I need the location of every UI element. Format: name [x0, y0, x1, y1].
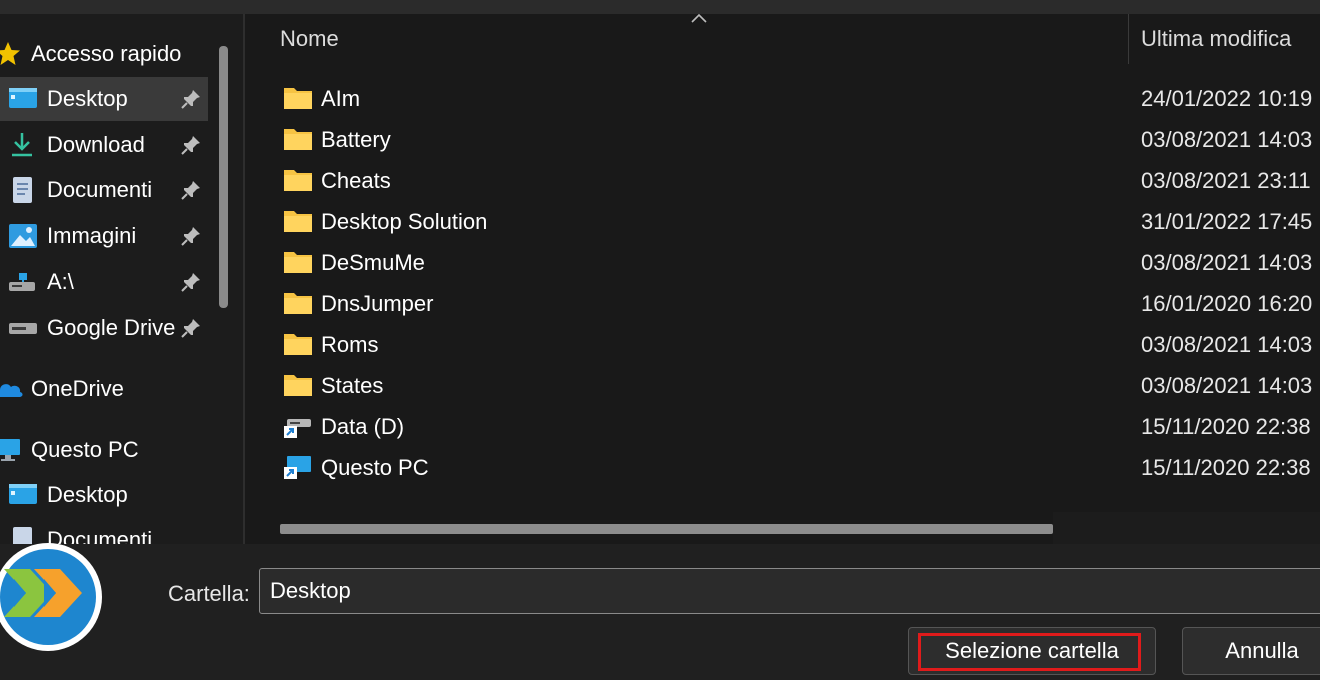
file-modified: 03/08/2021 14:03 [1141, 332, 1313, 357]
sidebar-item-label: Documenti [47, 177, 153, 202]
sidebar-item-documenti[interactable]: Documenti [0, 168, 208, 212]
file-name: States [321, 373, 384, 398]
sidebar-item-google-drive[interactable]: Google Drive [0, 306, 208, 350]
cloud-icon [0, 384, 23, 397]
folder-icon [284, 88, 312, 109]
file-row-states[interactable]: States 03/08/2021 14:03 [245, 365, 1320, 405]
file-row-battery[interactable]: Battery 03/08/2021 14:03 [245, 119, 1320, 159]
folder-icon [284, 252, 312, 273]
drive-icon [9, 323, 37, 334]
folder-icon [284, 334, 312, 355]
file-name: Data (D) [321, 414, 405, 439]
title-bar [0, 0, 1320, 14]
scroll-corner [1053, 512, 1320, 544]
pin-icon[interactable] [180, 271, 202, 293]
file-row-aim[interactable]: AIm 24/01/2022 10:19 [245, 78, 1320, 118]
cancel-button[interactable]: Annulla [1182, 627, 1320, 675]
pin-icon[interactable] [180, 88, 202, 110]
sidebar-item-label: OneDrive [31, 376, 124, 401]
pin-icon[interactable] [180, 317, 202, 339]
file-row-desktop-solution[interactable]: Desktop Solution 31/01/2022 17:45 [245, 201, 1320, 241]
file-modified: 03/08/2021 14:03 [1141, 127, 1313, 152]
sidebar-item-immagini[interactable]: Immagini [0, 214, 208, 258]
file-name: Questo PC [321, 455, 429, 480]
sidebar-item-onedrive[interactable]: OneDrive [0, 367, 208, 411]
file-name: DnsJumper [321, 291, 434, 316]
sidebar-item-download[interactable]: Download [0, 123, 208, 167]
file-modified: 03/08/2021 23:11 [1141, 168, 1311, 193]
file-modified: 15/11/2020 22:38 [1141, 414, 1311, 439]
file-modified: 15/11/2020 22:38 [1141, 455, 1311, 480]
network-drive-icon [9, 273, 35, 291]
sort-ascending-icon[interactable] [689, 12, 709, 24]
column-header-modified[interactable]: Ultima modifica [1141, 26, 1291, 52]
sidebar-scrollbar[interactable] [219, 46, 228, 308]
sidebar-item-label: Download [47, 132, 145, 157]
select-folder-button[interactable]: Selezione cartella [908, 627, 1156, 675]
sidebar-item-label: Immagini [47, 223, 137, 248]
download-icon [12, 133, 32, 157]
sidebar-item-desktop-pc[interactable]: Desktop [0, 473, 208, 517]
file-row-desmume[interactable]: DeSmuMe 03/08/2021 14:03 [245, 242, 1320, 282]
file-modified: 03/08/2021 14:03 [1141, 373, 1313, 398]
document-icon [13, 177, 32, 203]
star-icon [0, 42, 20, 65]
folder-label: Cartella: [168, 581, 250, 606]
sidebar-item-accesso-rapido[interactable]: Accesso rapido [0, 32, 208, 76]
computer-icon [0, 439, 20, 461]
sidebar-item-label: Desktop [47, 86, 128, 111]
file-name: Desktop Solution [321, 209, 488, 234]
select-folder-label: Selezione cartella [945, 638, 1119, 663]
file-row-data-d[interactable]: Data (D) 15/11/2020 22:38 [245, 406, 1320, 446]
sidebar-item-label: A:\ [47, 269, 74, 294]
sidebar-item-label: Google Drive [47, 315, 176, 340]
folder-icon [284, 293, 312, 314]
file-name: Battery [321, 127, 391, 152]
pc-shortcut-icon [284, 456, 311, 479]
cancel-label: Annulla [1225, 638, 1299, 663]
file-row-questo-pc[interactable]: Questo PC 15/11/2020 22:38 [245, 447, 1320, 487]
desktop-icon [9, 484, 37, 504]
drive-shortcut-icon [284, 419, 311, 438]
file-name: Roms [321, 332, 379, 357]
sidebar-item-desktop[interactable]: Desktop [0, 77, 208, 121]
file-name: Cheats [321, 168, 391, 193]
file-modified: 31/01/2022 17:45 [1141, 209, 1313, 234]
brand-logo [0, 543, 102, 651]
sidebar-item-label: Accesso rapido [31, 41, 182, 66]
pin-icon[interactable] [180, 134, 202, 156]
horizontal-scrollbar[interactable] [280, 524, 1053, 534]
file-name: DeSmuMe [321, 250, 425, 275]
file-name: AIm [321, 86, 361, 111]
file-modified: 16/01/2020 16:20 [1141, 291, 1313, 316]
sidebar-item-a-drive[interactable]: A:\ [0, 260, 208, 304]
desktop-icon [9, 88, 37, 108]
sidebar-item-label: Questo PC [31, 437, 139, 462]
column-header-name[interactable]: Nome [280, 26, 339, 52]
file-row-roms[interactable]: Roms 03/08/2021 14:03 [245, 324, 1320, 364]
file-row-dnsjumper[interactable]: DnsJumper 16/01/2020 16:20 [245, 283, 1320, 323]
folder-icon [284, 211, 312, 232]
column-divider[interactable] [1128, 14, 1129, 64]
folder-icon [284, 170, 312, 191]
folder-input[interactable] [259, 568, 1320, 614]
pin-icon[interactable] [180, 179, 202, 201]
folder-icon [284, 129, 312, 150]
pin-icon[interactable] [180, 225, 202, 247]
pictures-icon [9, 224, 37, 248]
sidebar-item-questo-pc[interactable]: Questo PC [0, 428, 208, 472]
sidebar-item-label: Desktop [47, 482, 128, 507]
folder-icon [284, 375, 312, 396]
file-modified: 24/01/2022 10:19 [1141, 86, 1313, 111]
file-modified: 03/08/2021 14:03 [1141, 250, 1313, 275]
file-row-cheats[interactable]: Cheats 03/08/2021 23:11 [245, 160, 1320, 200]
